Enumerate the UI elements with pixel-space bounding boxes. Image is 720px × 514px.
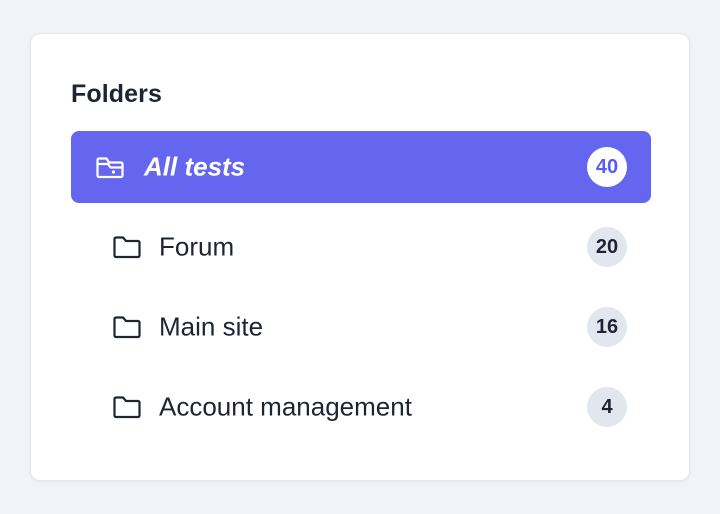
count-badge: 20 bbox=[587, 227, 627, 267]
folder-icon bbox=[111, 391, 143, 423]
count-badge: 40 bbox=[587, 147, 627, 187]
folder-icon bbox=[111, 311, 143, 343]
count-badge: 4 bbox=[587, 387, 627, 427]
folder-label: Account management bbox=[159, 391, 412, 422]
folder-open-icon bbox=[94, 151, 126, 183]
folder-label: Main site bbox=[159, 311, 264, 342]
folder-item-all-tests[interactable]: All tests 40 bbox=[71, 131, 651, 203]
count-badge: 16 bbox=[587, 307, 627, 347]
folder-label: All tests bbox=[144, 151, 246, 182]
panel-title: Folders bbox=[71, 80, 162, 108]
folder-label: Forum bbox=[159, 231, 235, 262]
folder-item-account-management[interactable]: Account management 4 bbox=[71, 371, 651, 443]
folder-item-forum[interactable]: Forum 20 bbox=[71, 211, 651, 283]
folder-item-main-site[interactable]: Main site 16 bbox=[71, 291, 651, 363]
folders-panel: Folders All tests 40 Forum 20 Main site … bbox=[30, 33, 690, 481]
folder-list: All tests 40 Forum 20 Main site 16 Accou… bbox=[71, 131, 651, 451]
folder-icon bbox=[111, 231, 143, 263]
